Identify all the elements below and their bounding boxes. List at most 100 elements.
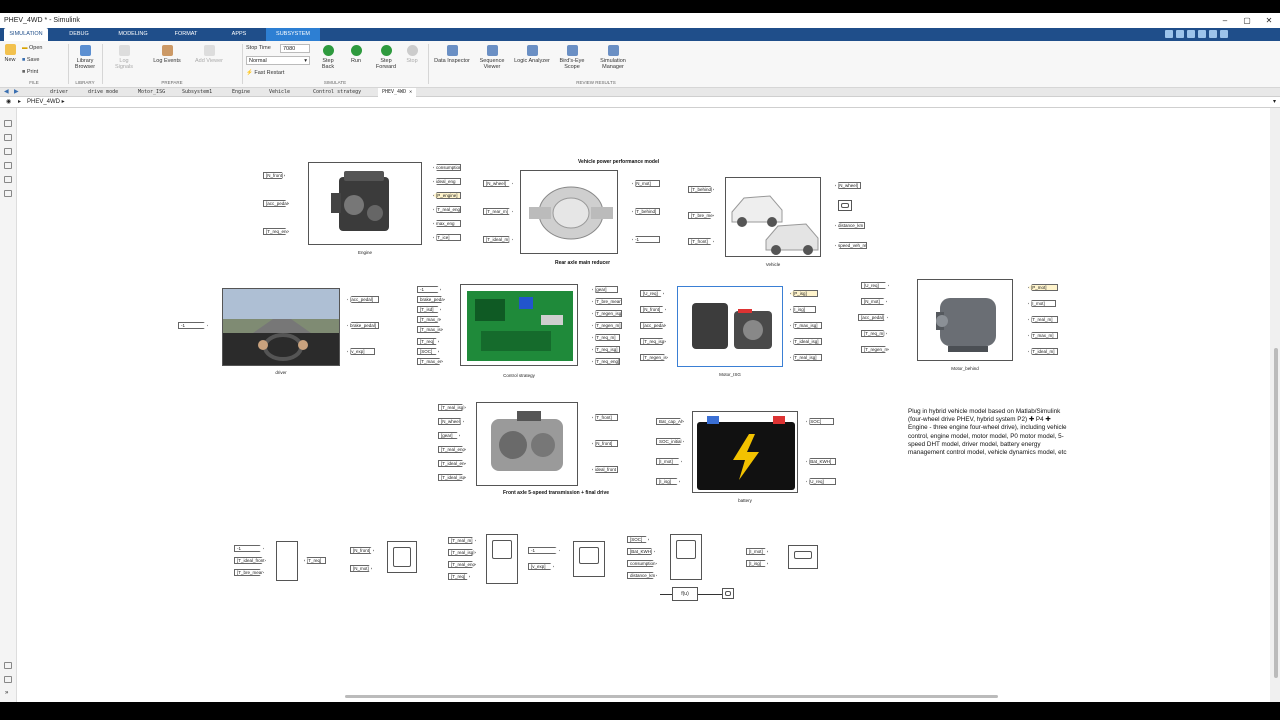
model-tab-vehicle[interactable]: Vehicle [269,88,290,97]
goto-t-req-isg[interactable]: [T_req_isg] [640,338,666,345]
goto-t-regen-m[interactable]: [T_regen_m] [861,346,889,353]
g2-input-2[interactable]: [N_mot] [350,565,372,572]
from-t-req-m[interactable]: [T_req_m] [592,334,620,341]
stop-button[interactable]: Stop [402,45,422,64]
g5-scope[interactable] [670,534,702,580]
goto-acc-pedal-m[interactable]: [acc_pedal] [858,314,888,321]
library-browser-button[interactable]: Library Browser [72,45,98,70]
g4-input-2[interactable]: [v_exp] [528,563,554,570]
vertical-scrollbar[interactable] [1270,108,1280,702]
model-description-note[interactable]: Plug in hybrid vehicle model based on Ma… [908,408,1068,457]
from-t-real-m[interactable]: [T_real_m] [1028,316,1058,323]
save-button[interactable]: ■ Save [22,57,52,63]
simulation-manager-button[interactable]: Simulation Manager [594,45,632,70]
motor-isg-block[interactable] [677,286,783,367]
engine-block[interactable] [308,162,422,245]
tab-debug[interactable]: DEBUG [62,28,96,41]
from-u-req[interactable]: [U_req] [806,478,836,485]
close-button[interactable]: ✕ [1258,13,1280,28]
rear-axle-block[interactable] [520,170,618,254]
from-acc-pedal[interactable]: [acc_pedal] [347,296,379,303]
from-distance-km[interactable]: distance_km [835,222,865,229]
from-n-mot[interactable]: [N_mot] [632,180,660,187]
goto-t-max-isg[interactable]: [T_max_isg] [417,326,443,333]
chevron-down-icon[interactable]: ▾ [1273,97,1276,108]
goto-t-ideal-m[interactable]: [T_ideal_m] [483,236,513,243]
model-tab-engine[interactable]: Engine [232,88,250,97]
goto-u-req-m[interactable]: [U_req] [861,282,889,289]
tab-format[interactable]: FORMAT [168,28,204,41]
goto-t-real-isg[interactable]: [T_real_isg] [438,404,466,411]
g5-fcn-block[interactable]: f(u) [672,587,698,601]
g1-input-3[interactable]: [T_bre_mean] [234,569,264,576]
from-t-front[interactable]: [T_front] [592,414,618,421]
data-inspector-button[interactable]: Data Inspector [434,45,470,64]
goto-t-isd[interactable]: [T_isd] [417,306,441,313]
from-gear[interactable]: [gear] [592,286,618,293]
g4-input-1[interactable]: -1 [528,547,560,554]
camera-icon[interactable] [4,676,12,683]
constant-minus-one[interactable]: -1 [178,322,208,329]
driver-block[interactable] [222,288,340,366]
model-browser-icon[interactable]: ▸ [18,97,21,108]
goto-gear[interactable]: [gear] [438,432,460,439]
from-p-mot[interactable]: [P_mot] [1028,284,1058,291]
undo-icon[interactable] [1187,30,1195,38]
goto-t-req-eng[interactable]: [T_req_eng] [263,228,289,235]
from-max-eng[interactable]: max_eng [433,220,461,227]
g5-input-4[interactable]: distance_km [627,572,657,579]
sequence-viewer-button[interactable]: Sequence Viewer [474,45,510,70]
hide-explorer-icon[interactable]: ◉ [6,97,11,108]
model-tab-driver[interactable]: driver [50,88,68,97]
from-t-regen-m[interactable]: [T_regen_m] [592,322,622,329]
from-ideal-front[interactable]: ideal_front [592,466,618,473]
from-bat-kwh[interactable]: [Bat_KWH] [806,458,836,465]
model-tab-drive-mode[interactable]: drive mode [88,88,118,97]
from-t-max-m[interactable]: [T_max_m] [1028,332,1058,339]
goto-t-real-eng[interactable]: [T_real_eng] [438,446,466,453]
minimize-button[interactable]: – [1214,13,1236,28]
settings-icon[interactable] [1220,30,1228,38]
g2-input-1[interactable]: [N_front] [350,547,374,554]
goto-n-front[interactable]: [N_front] [263,172,285,179]
from-n-front[interactable]: [N_front] [592,440,618,447]
goto-n-wheel-tr[interactable]: [N_wheel] [438,418,464,425]
goto-n-front-isg[interactable]: [N_front] [640,306,666,313]
g6-scope[interactable] [788,545,818,569]
from-t-ideal-isg[interactable]: [T_ideal_isg] [790,338,822,345]
g6-input-2[interactable]: [I_isg] [746,560,768,567]
goto-t-max-eng[interactable]: [T_max_eng] [417,358,443,365]
zoom-icon[interactable] [4,120,12,127]
tab-apps[interactable]: APPS [224,28,254,41]
expand-icon[interactable]: » [5,690,8,696]
step-forward-button[interactable]: Step Forward [372,45,400,70]
arrow-icon[interactable] [4,148,12,155]
goto-acc-pedal-isg[interactable]: [acc_pedal] [640,322,666,329]
g5-input-2[interactable]: [Bat_KWH] [627,548,655,555]
g6-input-1[interactable]: [I_mot] [746,548,768,555]
model-tab-subsystem1[interactable]: Subsystem1 [182,88,212,97]
goto-t-front[interactable]: [T_front] [688,238,714,245]
g1-input-1[interactable]: -1 [234,545,264,552]
model-tab-motor-isg[interactable]: Motor_ISG [138,88,165,97]
property-inspector-icon[interactable] [4,662,12,669]
from-p-isg[interactable]: [P_isg] [790,290,818,297]
tab-simulation[interactable]: SIMULATION [4,28,48,41]
stop-time-input[interactable]: 7080 [280,44,310,53]
vehicle-block[interactable] [725,177,821,257]
annotation-icon[interactable] [4,176,12,183]
from-i-isg[interactable]: [I_isg] [790,306,816,313]
from-t-req-isg[interactable]: [T_req_isg] [592,346,620,353]
goto-acc-pedal[interactable]: [acc_pedal] [263,200,289,207]
from-n-wheel[interactable]: [N_wheel] [835,182,861,189]
g5-display[interactable] [722,588,734,599]
search-icon[interactable] [1209,30,1217,38]
from-t-real-eng[interactable]: [T_real_eng] [433,206,461,213]
goto-t-ideal-eng[interactable]: [T_ideal_eng] [438,460,466,467]
forward-arrow-icon[interactable]: ▶ [14,88,19,95]
image-icon[interactable] [4,162,12,169]
from-t-ice[interactable]: [T_ice] [433,234,461,241]
goto-t-regen-isg[interactable]: [T_regen_isg] [640,354,668,361]
area-icon[interactable] [4,190,12,197]
g1-output[interactable]: [T_req] [304,557,326,564]
